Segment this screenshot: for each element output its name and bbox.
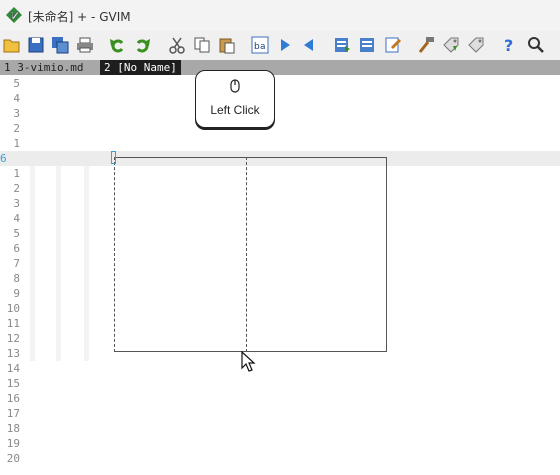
- print-icon[interactable]: [76, 36, 94, 54]
- tab-no-name[interactable]: 2 [No Name]: [100, 60, 181, 75]
- line-number: 18: [6, 422, 20, 435]
- help-icon[interactable]: ?: [500, 36, 518, 54]
- find-help-icon[interactable]: [527, 36, 545, 54]
- line-number: 12: [6, 332, 20, 345]
- line-number: 8: [13, 272, 20, 285]
- paste-icon[interactable]: [218, 36, 236, 54]
- line-number: 1: [13, 137, 20, 150]
- line-number: 2: [13, 122, 20, 135]
- save-icon[interactable]: [27, 36, 45, 54]
- text-cursor: [111, 151, 116, 164]
- title-bar: [未命名] + - GVIM: [0, 0, 560, 31]
- line-number: 20: [6, 452, 20, 465]
- run-script-icon[interactable]: [384, 36, 402, 54]
- toolbar: ba ?: [0, 31, 560, 61]
- click-label: Left Click: [210, 103, 260, 117]
- line-number: 15: [6, 377, 20, 390]
- line-number: 6: [13, 242, 20, 255]
- find-next-icon[interactable]: [276, 36, 294, 54]
- line-number: 14: [6, 362, 20, 375]
- line-number: 10: [6, 302, 20, 315]
- find-replace-icon[interactable]: ba: [251, 36, 269, 54]
- find-prev-icon[interactable]: [300, 36, 318, 54]
- left-click-indicator: Left Click: [195, 70, 275, 128]
- copy-icon[interactable]: [193, 36, 211, 54]
- line-number: 3: [13, 197, 20, 210]
- drawn-divider-line[interactable]: [246, 157, 247, 352]
- jump-tag-icon[interactable]: [467, 36, 485, 54]
- line-number: 3: [13, 107, 20, 120]
- save-session-icon[interactable]: [358, 36, 376, 54]
- tab-line: 1 3-vimio.md 2 [No Name]: [0, 60, 560, 75]
- line-number: 9: [13, 287, 20, 300]
- make-icon[interactable]: [417, 36, 435, 54]
- tab-3-vimio-md[interactable]: 1 3-vimio.md: [0, 60, 88, 75]
- cut-icon[interactable]: [168, 36, 186, 54]
- line-number: 1: [13, 167, 20, 180]
- indent-guide: [84, 166, 89, 361]
- mouse-pointer-icon: [241, 351, 256, 372]
- save-all-icon[interactable]: [51, 36, 69, 54]
- line-number: 7: [13, 257, 20, 270]
- line-number: 5: [13, 227, 20, 240]
- line-number: 2: [13, 182, 20, 195]
- window-title: [未命名] + - GVIM: [28, 10, 131, 24]
- line-number: 17: [6, 407, 20, 420]
- mouse-icon: [230, 79, 240, 93]
- open-icon[interactable]: [3, 36, 21, 54]
- line-number: 16: [6, 392, 20, 405]
- vim-app-icon: [6, 7, 22, 23]
- undo-icon[interactable]: [108, 36, 126, 54]
- line-number: 5: [13, 77, 20, 90]
- line-number: 4: [13, 92, 20, 105]
- load-session-icon[interactable]: [333, 36, 351, 54]
- indent-guide: [56, 166, 61, 361]
- line-number: 11: [6, 317, 20, 330]
- current-line-number: 6: [0, 152, 7, 165]
- line-number: 19: [6, 437, 20, 450]
- drawn-rectangle[interactable]: [114, 157, 387, 352]
- line-number: 4: [13, 212, 20, 225]
- svg-text:a: a: [260, 42, 266, 52]
- svg-text:?: ?: [504, 36, 513, 54]
- redo-icon[interactable]: [134, 36, 152, 54]
- build-tags-icon[interactable]: [442, 36, 460, 54]
- line-number: 13: [6, 347, 20, 360]
- indent-guide: [30, 166, 35, 361]
